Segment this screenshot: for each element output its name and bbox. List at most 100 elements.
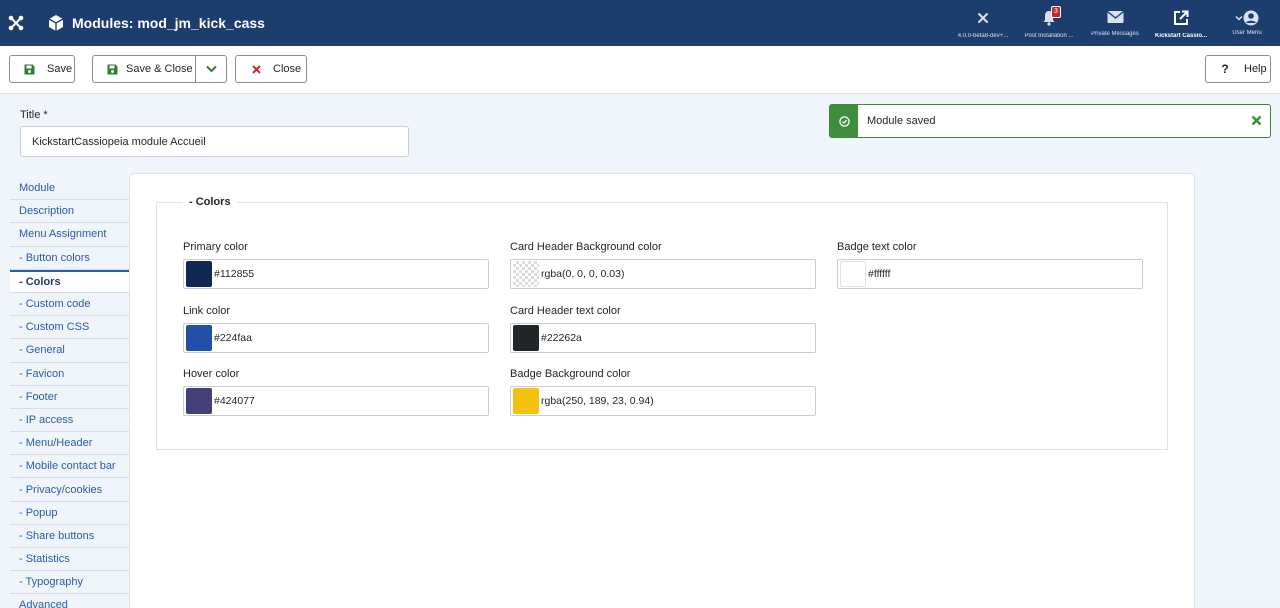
save-label: Save xyxy=(47,63,73,75)
header-item-site-link[interactable]: Kickstart Cassio... xyxy=(1148,0,1214,46)
alert-message: Module saved xyxy=(867,115,936,127)
tab-menu-assignment[interactable]: Menu Assignment xyxy=(10,223,130,247)
tab-custom-css[interactable]: - Custom CSS xyxy=(10,316,130,340)
tab-module[interactable]: Module xyxy=(10,177,130,201)
tab-description[interactable]: Description xyxy=(10,200,130,224)
hover-color-input[interactable]: #424077 xyxy=(183,386,489,416)
badge-background-color-field: Badge Background color rgba(250, 189, 23… xyxy=(510,368,816,416)
close-icon xyxy=(249,62,263,76)
color-swatch[interactable] xyxy=(513,388,539,414)
close-icon xyxy=(1251,115,1262,126)
page-title: Modules: mod_jm_kick_cass xyxy=(72,15,265,31)
tab-privacy-cookies[interactable]: - Privacy/cookies xyxy=(10,478,130,502)
envelope-icon xyxy=(1106,10,1124,27)
color-value: #112855 xyxy=(214,268,255,280)
color-swatch[interactable] xyxy=(513,325,539,351)
tab-custom-code[interactable]: - Custom code xyxy=(10,293,130,317)
external-link-icon xyxy=(1173,10,1189,29)
dismiss-alert-button[interactable] xyxy=(1251,113,1262,129)
link-color-field: Link color #224faa xyxy=(183,305,489,353)
tab-statistics[interactable]: - Statistics xyxy=(10,548,130,572)
question-icon: ? xyxy=(1221,62,1229,76)
header-item-label: Kickstart Cassio... xyxy=(1154,33,1208,39)
settings-tab-list: Module Description Menu Assignment - But… xyxy=(10,177,130,608)
color-swatch[interactable] xyxy=(186,325,212,351)
hover-color-field: Hover color #424077 xyxy=(183,368,489,416)
primary-color-field: Primary color #112855 xyxy=(183,241,489,289)
check-circle-icon xyxy=(830,105,858,137)
colors-fieldset: - Colors Primary color #112855 Link colo… xyxy=(156,196,1168,450)
badge-background-color-input[interactable]: rgba(250, 189, 23, 0.94) xyxy=(510,386,816,416)
success-alert: Module saved xyxy=(829,104,1271,138)
header-item-version[interactable]: 4.0.0-beta8-dev+... xyxy=(950,0,1016,46)
color-swatch[interactable] xyxy=(186,261,212,287)
header-item-post-installation[interactable]: 3 Post Installation ... xyxy=(1016,0,1082,46)
tab-content-panel: - Colors Primary color #112855 Link colo… xyxy=(129,173,1195,608)
tab-mobile-contact-bar[interactable]: - Mobile contact bar xyxy=(10,455,130,479)
card-header-text-color-input[interactable]: #22262a xyxy=(510,323,816,353)
help-button[interactable]: ? Help xyxy=(1205,55,1271,83)
tab-ip-access[interactable]: - IP access xyxy=(10,409,130,433)
link-color-input[interactable]: #224faa xyxy=(183,323,489,353)
save-close-button[interactable]: Save & Close xyxy=(93,56,197,82)
field-label: Link color xyxy=(183,305,231,317)
tab-favicon[interactable]: - Favicon xyxy=(10,363,130,386)
title-input[interactable] xyxy=(20,126,409,157)
card-header-background-color-field: Card Header Background color rgba(0, 0, … xyxy=(510,241,816,289)
title-label: Title * xyxy=(20,109,48,121)
color-swatch[interactable] xyxy=(513,261,539,287)
color-value: #22262a xyxy=(541,332,582,344)
color-swatch[interactable] xyxy=(840,261,866,287)
toolbar: Save Save & Close Close ? Help xyxy=(0,46,1280,94)
color-value: rgba(0, 0, 0, 0.03) xyxy=(541,268,625,280)
badge-text-color-input[interactable]: #ffffff xyxy=(837,259,1143,289)
help-label: Help xyxy=(1244,63,1267,75)
tab-share-buttons[interactable]: - Share buttons xyxy=(10,525,130,548)
tab-general[interactable]: - General xyxy=(10,339,130,363)
field-label: Badge Background color xyxy=(510,368,631,380)
color-swatch[interactable] xyxy=(186,388,212,414)
cube-icon xyxy=(46,13,66,33)
app-header: Modules: mod_jm_kick_cass 4.0.0-beta8-de… xyxy=(0,0,1280,46)
tab-colors[interactable]: - Colors xyxy=(10,269,130,293)
color-value: rgba(250, 189, 23, 0.94) xyxy=(541,395,654,407)
tab-footer[interactable]: - Footer xyxy=(10,386,130,409)
tab-advanced[interactable]: Advanced xyxy=(10,594,130,608)
joomla-icon xyxy=(975,10,991,29)
save-close-button-group: Save & Close xyxy=(92,55,227,83)
tab-button-colors[interactable]: - Button colors xyxy=(10,247,130,270)
color-value: #424077 xyxy=(214,395,255,407)
notification-count-badge: 3 xyxy=(1051,6,1061,18)
fieldset-legend: - Colors xyxy=(183,196,237,208)
card-header-text-color-field: Card Header text color #22262a xyxy=(510,305,816,353)
field-label: Hover color xyxy=(183,368,240,380)
field-label: Card Header text color xyxy=(510,305,621,317)
chevron-down-icon xyxy=(1235,15,1243,21)
header-menu: 4.0.0-beta8-dev+... 3 Post Installation … xyxy=(950,0,1280,46)
joomla-logo-icon[interactable] xyxy=(0,0,32,46)
header-item-label: Private Messages xyxy=(1091,31,1139,37)
header-item-label: Post Installation ... xyxy=(1024,33,1074,39)
field-label: Card Header Background color xyxy=(510,241,662,253)
tab-popup[interactable]: - Popup xyxy=(10,502,130,525)
save-close-label: Save & Close xyxy=(126,63,193,75)
header-item-label: 4.0.0-beta8-dev+... xyxy=(957,33,1009,39)
header-item-user-menu[interactable]: User Menu xyxy=(1214,0,1280,46)
save-options-dropdown[interactable] xyxy=(196,56,226,82)
user-icon xyxy=(1235,10,1259,26)
color-value: #ffffff xyxy=(868,268,891,280)
primary-color-input[interactable]: #112855 xyxy=(183,259,489,289)
save-button[interactable]: Save xyxy=(9,55,75,83)
card-header-background-color-input[interactable]: rgba(0, 0, 0, 0.03) xyxy=(510,259,816,289)
chevron-down-icon xyxy=(205,65,217,73)
header-item-label: User Menu xyxy=(1232,30,1262,36)
close-label: Close xyxy=(273,63,302,75)
save-icon xyxy=(22,62,36,76)
field-label: Badge text color xyxy=(837,241,917,253)
tab-typography[interactable]: - Typography xyxy=(10,571,130,595)
save-icon xyxy=(105,62,119,76)
color-value: #224faa xyxy=(214,332,252,344)
header-item-private-messages[interactable]: Private Messages xyxy=(1082,0,1148,46)
close-button[interactable]: Close xyxy=(235,55,307,83)
tab-menu-header[interactable]: - Menu/Header xyxy=(10,432,130,456)
